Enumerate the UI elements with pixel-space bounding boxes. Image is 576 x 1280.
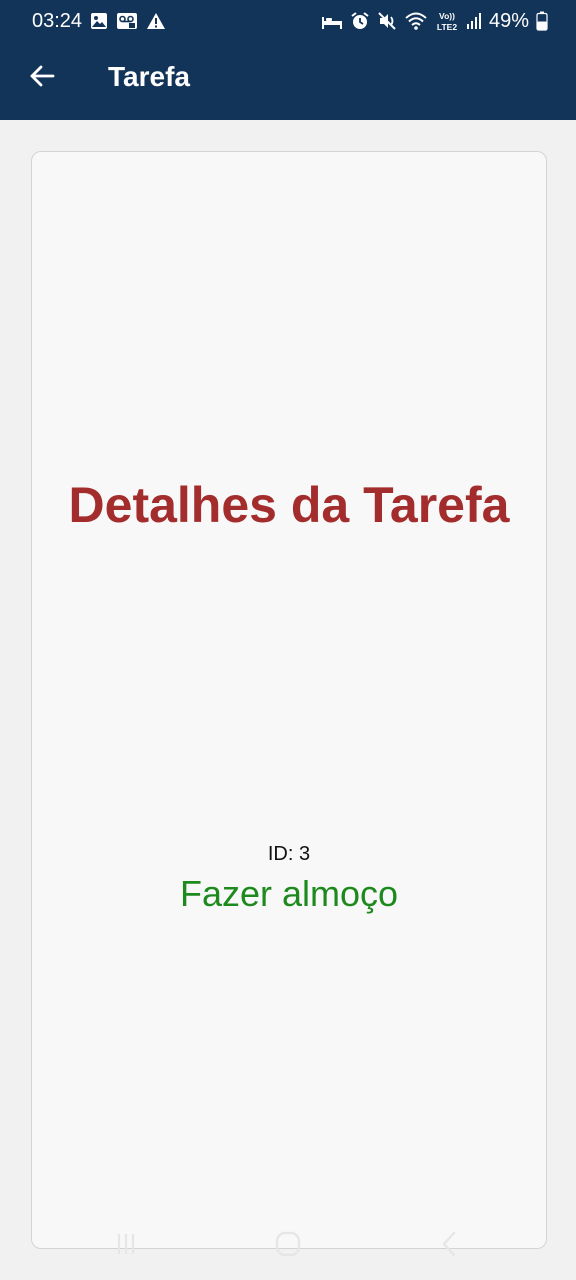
warning-icon: [146, 12, 166, 30]
image-icon: [90, 12, 108, 30]
page-title: Tarefa: [108, 61, 190, 92]
recents-button[interactable]: [106, 1228, 146, 1260]
recents-icon: [113, 1231, 139, 1257]
top-bar: 03:24 Vo)) LTE2 49% Tarefa: [0, 0, 576, 120]
lte2-label: LTE2: [437, 22, 457, 32]
system-nav-bar: [0, 1218, 576, 1270]
task-name: Fazer almoço: [179, 873, 399, 914]
status-time: 03:24: [32, 10, 83, 32]
task-details-card: Detalhes da Tarefa ID: 3 Fazer almoço: [31, 151, 547, 1249]
details-heading: Detalhes da Tarefa: [68, 477, 510, 533]
status-right: Vo)) LTE2 49%: [321, 8, 548, 34]
arrow-left-icon: [29, 65, 55, 87]
back-icon: [438, 1230, 462, 1258]
app-bar: Tarefa: [0, 42, 576, 120]
status-left: 03:24: [32, 8, 166, 34]
back-button[interactable]: [22, 56, 62, 96]
home-icon: [274, 1230, 302, 1258]
sleep-mode-icon: [321, 12, 343, 30]
mute-icon: [377, 11, 397, 31]
battery-icon: [536, 11, 548, 31]
alarm-icon: [350, 11, 370, 31]
voicemail-icon: [116, 12, 138, 30]
status-bar: 03:24 Vo)) LTE2 49%: [0, 0, 576, 42]
task-id: ID: 3: [267, 843, 311, 865]
battery-percentage: 49%: [488, 10, 529, 32]
volte-label: Vo)): [439, 11, 455, 21]
nav-back-button[interactable]: [430, 1228, 470, 1260]
volte-lte2-icon: Vo)) LTE2: [435, 10, 459, 32]
wifi-icon: [404, 11, 428, 31]
home-button[interactable]: [268, 1228, 308, 1260]
signal-icon: [466, 12, 482, 30]
